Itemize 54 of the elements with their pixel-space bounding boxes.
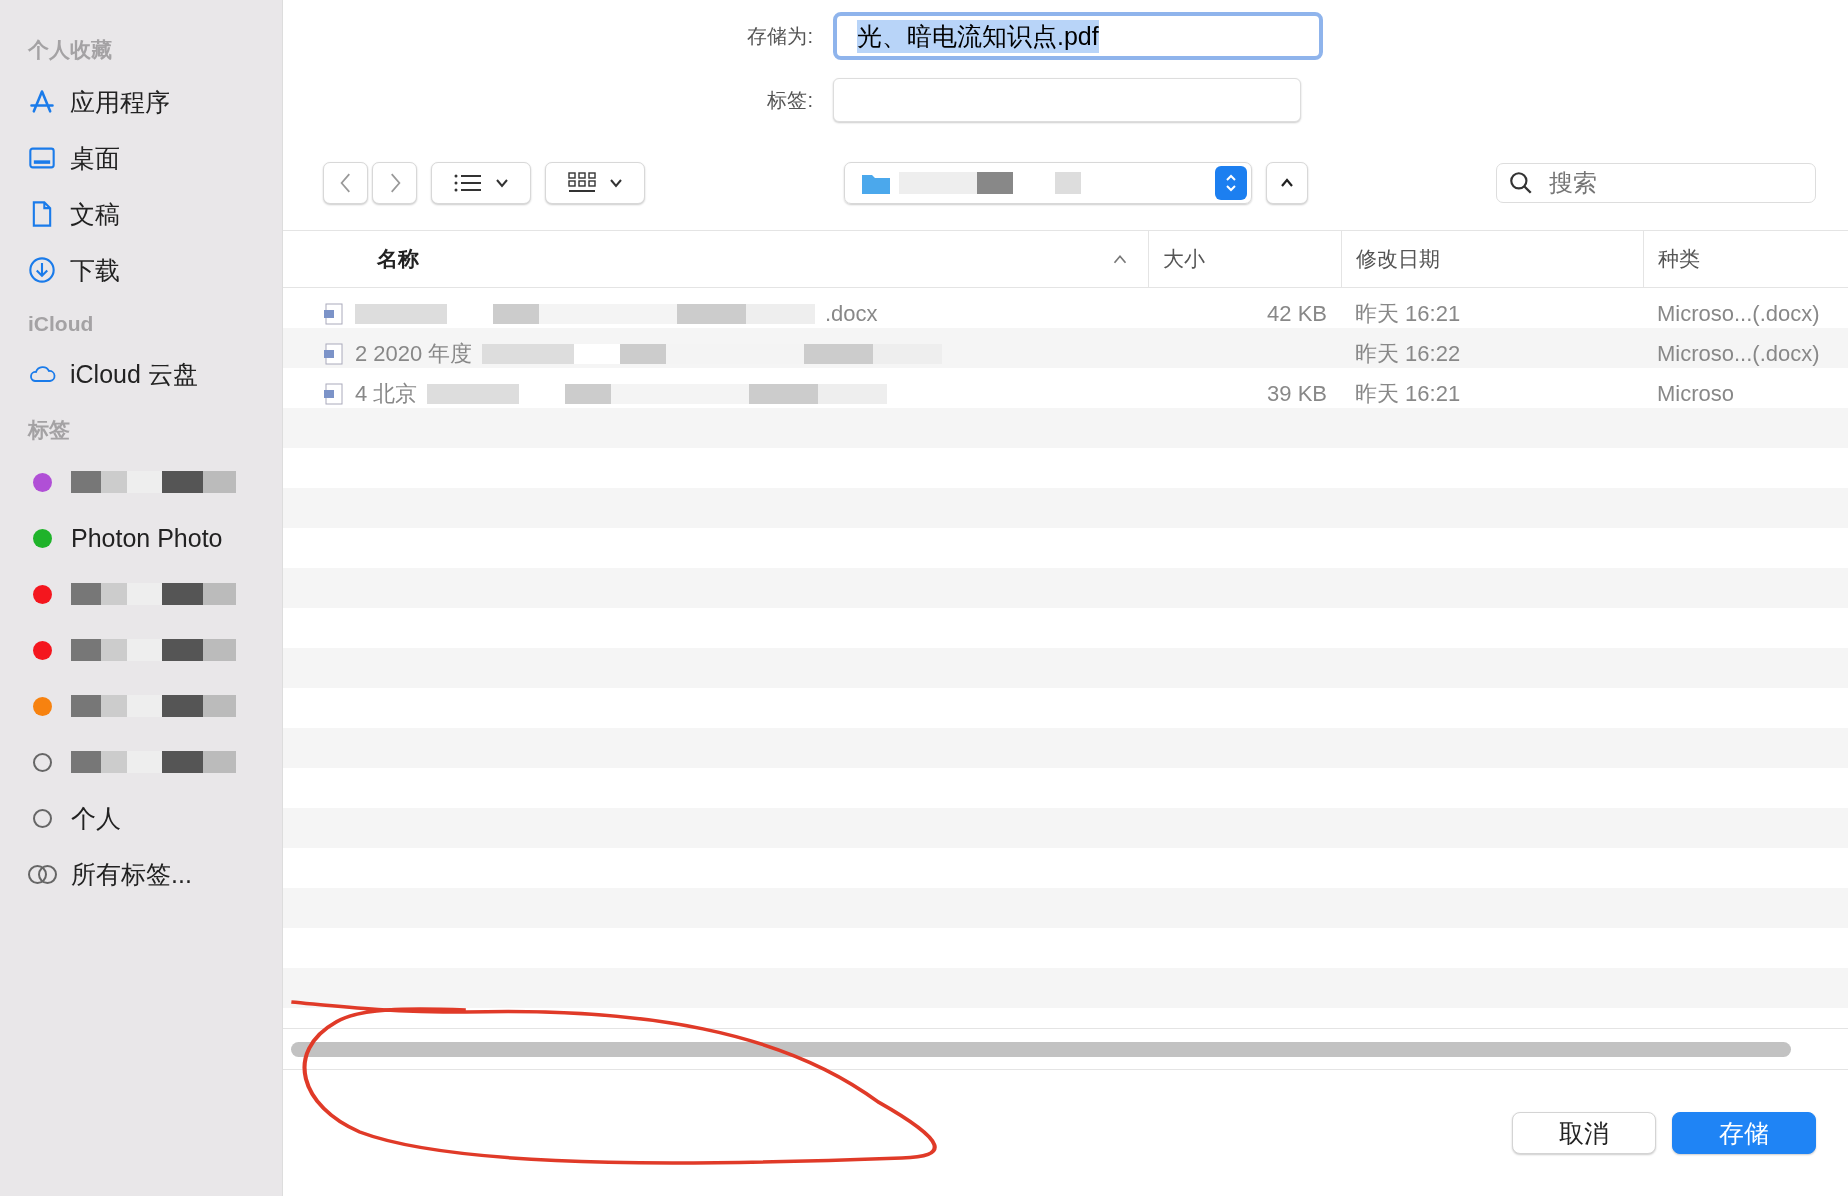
table-cell-text: 昨天 16:22 [1354,340,1462,368]
table-cell: .docx [283,301,1148,327]
grid-icon [567,171,597,195]
sidebar-item[interactable]: 桌面 [28,130,282,186]
table-cell-text: Microso [1656,381,1735,407]
save-as-label: 存储为: [746,23,813,49]
tags-label: 标签: [766,87,813,113]
sort-caret-icon [1112,253,1128,265]
search-icon [1508,170,1534,196]
file-icon [323,383,345,405]
all-tags-icon [28,864,57,884]
table-cell: 4 北京 [283,379,1148,409]
list-view-button[interactable] [431,162,531,204]
table-cell-text: 39 KB [1266,381,1328,407]
table-cell-text: Microso...(.docx) [1656,341,1821,367]
search-field[interactable]: 搜索 [1496,163,1816,203]
grid-view-button[interactable] [545,162,645,204]
tags-field[interactable] [833,78,1301,122]
file-icon [323,343,345,365]
tag-item[interactable]: 个人 [28,790,282,846]
tag-item[interactable]: Photon Photo [28,510,282,566]
expand-button[interactable] [1266,162,1308,204]
table-cell-text: 昨天 16:21 [1354,300,1462,328]
caret-icon [609,178,623,188]
app-store-icon [28,88,56,116]
table-cell-text: 42 KB [1266,301,1328,327]
sidebar-item[interactable]: 文稿 [28,186,282,242]
caret-icon [495,178,509,188]
empty-tag-dot [33,808,52,828]
column-header[interactable]: 名称 [283,231,1148,287]
scrollbar[interactable] [291,1041,1791,1057]
sidebar-item[interactable]: iCloud 云盘 [28,346,282,402]
sidebar-item[interactable]: 下载 [28,242,282,298]
section-heading: 个人收藏 [28,37,113,63]
filename-field[interactable]: 光、暗电流知识点.pdf [833,12,1323,60]
table-cell: 2 2020 年度 [283,339,1148,369]
empty-tag-dot [33,752,52,772]
caret-up-icon [1280,178,1294,188]
column-header[interactable]: 大小 [1148,231,1341,287]
sidebar-item[interactable]: 应用程序 [28,74,282,130]
save-button[interactable]: 存储 [1672,1112,1816,1154]
column-header[interactable]: 种类 [1643,231,1848,287]
column-header[interactable]: 修改日期 [1341,231,1643,287]
file-icon [323,303,345,325]
stepper-icon [1215,166,1247,200]
download-icon [28,256,56,284]
chevron-left-icon [338,172,353,194]
table-cell-text: Microso...(.docx) [1656,301,1821,327]
tag-item[interactable]: 所有标签... [28,846,282,902]
location-popup[interactable] [844,162,1252,204]
cancel-button[interactable]: 取消 [1512,1112,1656,1154]
section-heading: iCloud [28,311,95,336]
section-heading: 标签 [28,417,71,443]
table-cell-text: 昨天 16:21 [1354,380,1462,408]
